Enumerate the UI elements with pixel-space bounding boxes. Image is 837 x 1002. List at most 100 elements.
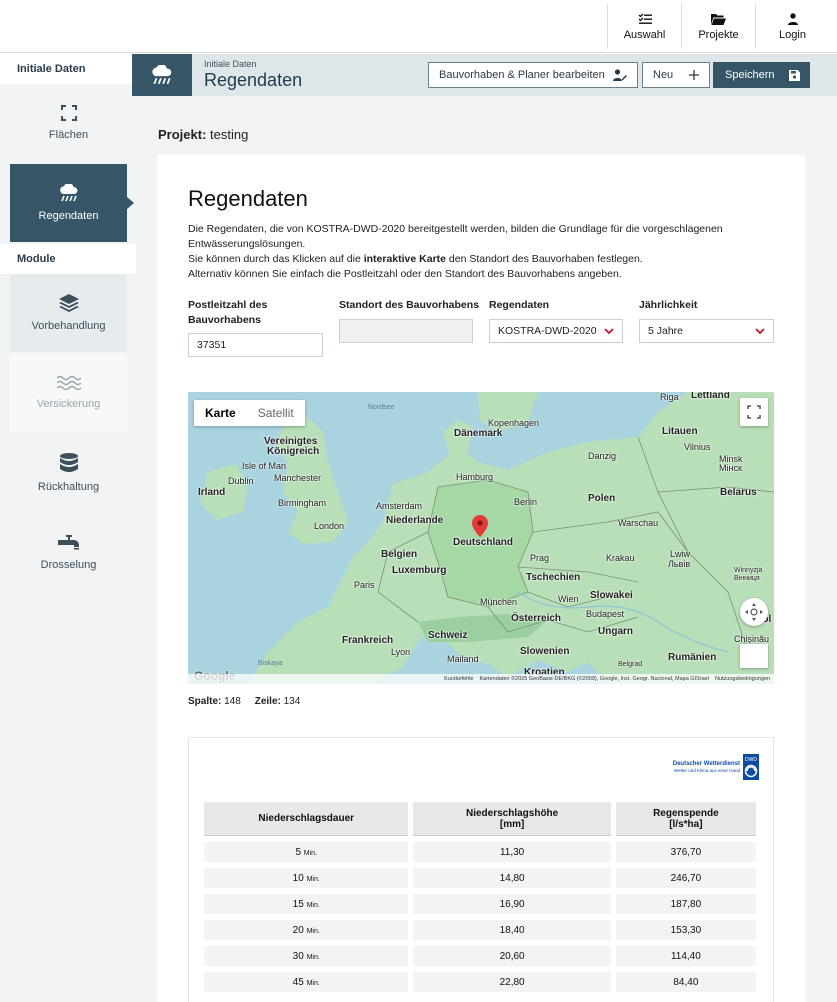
dwd-name: Deutscher Wetterdienst [672,761,740,767]
sidebar-item-label: Flächen [48,129,89,141]
folder-open-icon [711,13,726,25]
sidebar-item-flaechen[interactable]: Flächen [10,84,127,162]
sidebar: Initiale Daten Flächen Regendaten Module… [0,54,136,1002]
cell-dauer-value: 45 [292,976,304,988]
map-label-biskaya: Biskaya [258,660,283,667]
map-label-ungarn: Ungarn [598,626,633,637]
breadcrumb: Initiale Daten [204,59,257,69]
sidebar-item-rueckhaltung[interactable]: Rückhaltung [10,434,127,512]
map-data-credit: Kartendaten ©2025 GeoBasis-DE/BKG (©2009… [479,676,709,682]
sidebar-item-vorbehandlung[interactable]: Vorbehandlung [10,274,127,352]
jaehrlichkeit-select[interactable]: 5 Jahre [639,319,774,343]
user-icon [787,12,798,25]
spalte-value: 148 [224,696,241,707]
map-shortcuts-link[interactable]: Kurzbefehle [444,676,473,682]
map-label-kopenhagen: Kopenhagen [488,418,540,428]
map-label-chisinau: Chișinău [734,634,770,644]
header-icon-box [132,54,192,96]
chevron-down-icon [604,327,614,334]
cell-unit: Min. [303,849,318,857]
map-type-toggle: Karte Satellit [194,400,305,426]
col-header-hoehe: Niederschlagshöhe [mm] [413,802,611,836]
nav-auswahl-label: Auswahl [623,28,666,41]
standort-input[interactable] [339,319,473,343]
plz-label: Postleitzahl des Bauvorhabens [188,299,268,326]
fullscreen-button[interactable] [740,398,768,426]
map-label-slowenien: Slowenien [520,646,570,657]
cell-spende: 153,30 [615,920,756,940]
new-label: Neu [653,69,674,81]
map-label-belgrad: Belgrad [618,661,643,668]
top-bar: Auswahl Projekte Login [0,0,837,53]
top-nav: Auswahl Projekte Login [607,4,829,49]
camera-control-icon [745,603,763,621]
map-label-berlin: Berlin [514,497,538,507]
interactive-map[interactable]: Nordsee Riga Lettland Kopenhagen Dänemar… [188,392,774,684]
map-label-luxemburg: Luxemburg [392,565,447,576]
cell-spende: 187,80 [615,894,756,914]
map-label-litauen: Litauen [662,426,698,437]
nav-login[interactable]: Login [755,4,829,49]
sidebar-item-drosselung[interactable]: Drosselung [10,514,127,592]
map-label-nordsee: Nordsee [368,404,395,411]
plz-input[interactable]: 37351 [188,333,323,357]
cell-spende: 84,40 [615,972,756,992]
sidebar-item-label: Regendaten [38,210,99,222]
section-title: Regendaten [188,186,308,211]
project-name: Projekt: testing [158,127,248,142]
cell-dauer: 20 Min. [204,920,409,940]
rain-data-card: Regendaten Die Regendaten, die von KOSTR… [157,155,805,1002]
map-terms-link[interactable]: Nutzungsbedingungen [715,676,770,682]
jaehrlichkeit-label: Jährlichkeit [639,299,698,311]
col-header-spende-label: Regenspende [653,807,719,819]
sidebar-item-versickerung[interactable]: Versickerung [10,354,127,432]
layers-icon [58,294,79,312]
map-tab-karte[interactable]: Karte [194,400,247,426]
sidebar-section-initial: Initiale Daten [0,54,136,84]
cell-hoehe: 20,60 [413,946,611,966]
cell-dauer: 30 Min. [204,946,409,966]
cell-dauer: 15 Min. [204,894,409,914]
cell-unit: Min. [306,901,320,909]
cell-dauer: 5 Min. [204,842,409,862]
table-row: 10 Min. 14,80 246,70 [204,868,756,888]
map-label-irland: Irland [198,487,226,498]
sidebar-item-regendaten[interactable]: Regendaten [10,164,134,242]
map-label-tschechien: Tschechien [526,572,581,583]
expand-icon [60,105,77,121]
regendaten-select[interactable]: KOSTRA-DWD-2020 [489,319,623,343]
map-label-daenemark: Dänemark [454,428,503,439]
map-label-paris: Paris [354,580,375,590]
main-content: Projekt: testing Regendaten Die Regendat… [136,96,837,1002]
zoom-control[interactable] [740,644,768,668]
col-header-hoehe-unit: [mm] [499,818,525,830]
list-check-icon [638,13,652,24]
spalte-label: Spalte: [188,696,222,707]
edit-project-button[interactable]: Bauvorhaben & Planer bearbeiten [428,62,638,88]
map-label-winnyzja-2: Вінниця [734,575,760,582]
map-label-krakau: Krakau [606,553,635,563]
map-label-lwiw-1: Lwiw [670,549,691,559]
nav-auswahl[interactable]: Auswahl [607,4,681,49]
map-pin-icon[interactable] [472,515,488,537]
map-tab-satellit[interactable]: Satellit [247,400,305,426]
col-header-hoehe-label: Niederschlagshöhe [465,807,559,819]
map-label-mailand: Mailand [447,654,479,664]
zeile-value: 134 [283,696,301,707]
save-button[interactable]: Speichern [713,62,810,88]
table-row: 5 Min. 11,30 376,70 [204,842,756,862]
map-label-wien: Wien [558,594,579,604]
new-button[interactable]: Neu [642,62,710,88]
cell-unit: Min. [306,979,320,987]
map-label-london: London [314,521,345,531]
map-label-minsk-2: Мінск [719,463,742,473]
cell-dauer-value: 30 [292,950,304,962]
map-camera-control[interactable] [740,598,768,626]
cell-dauer: 45 Min. [204,972,409,992]
cell-hoehe: 14,80 [413,868,611,888]
cell-hoehe: 22,80 [413,972,611,992]
sidebar-item-label: Drosselung [40,559,97,571]
table-row: 45 Min. 22,80 84,40 [204,972,756,992]
nav-projekte[interactable]: Projekte [681,4,755,49]
map-label-isle: Isle of Man [242,461,287,471]
